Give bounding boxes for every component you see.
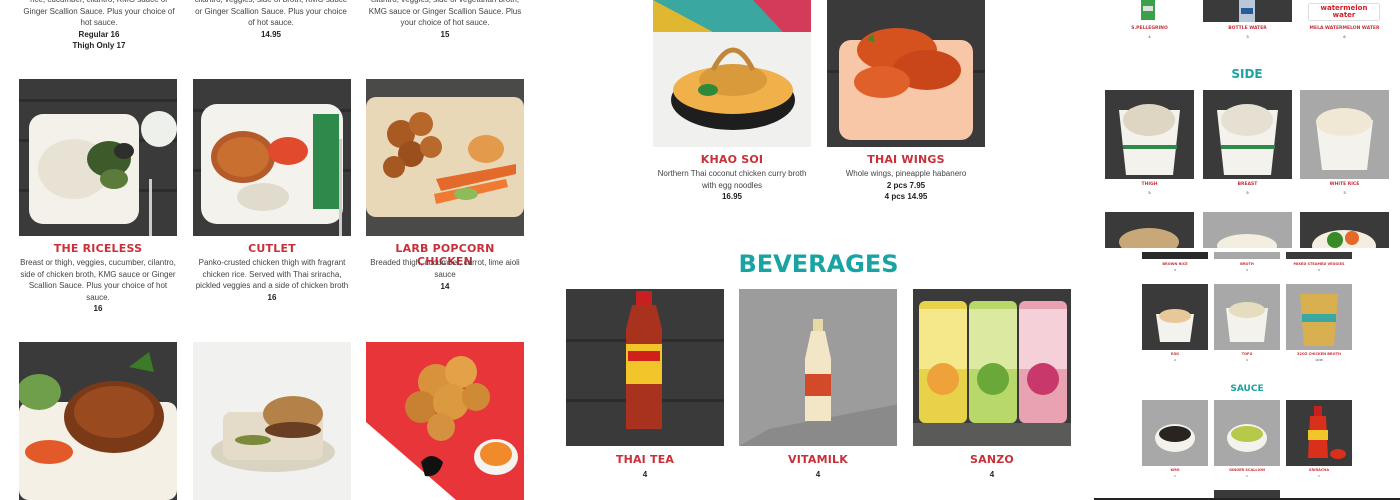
chicken-broth-32oz-price: 10.95 (1315, 358, 1323, 362)
egg-price: 2 (1174, 358, 1176, 362)
ginger-scallion-title[interactable]: GINGER SCALLION (1214, 468, 1280, 472)
white-rice-price: 3 (1343, 190, 1346, 195)
riceless-desc: Breast or thigh, veggies, cucumber, cila… (20, 258, 176, 302)
top-item-1-price-regular: Regular 16 (78, 30, 120, 39)
thai-tea-price: 4 (642, 470, 648, 479)
top-item-3-desc: cilantro, veggies, side of vegetarian br… (368, 0, 522, 27)
sanzo-photo[interactable] (913, 289, 1071, 446)
thai-wings-desc: Whole wings, pineapple habanero (845, 169, 967, 178)
breast-price: 5 (1246, 190, 1249, 195)
mixed-veggies-photo-strip (1286, 252, 1352, 259)
bottle-water-price: 3 (1246, 34, 1249, 39)
mixed-veggies-title[interactable]: MIXED STEAMED VEGGIES (1286, 262, 1352, 266)
watermelon-water-title[interactable]: MELA WATERMELON WATER (1300, 26, 1389, 31)
broth-price: 3 (1246, 268, 1248, 272)
bottle-water-title[interactable]: BOTTLE WATER (1203, 26, 1292, 31)
tofu-title[interactable]: TOFU (1214, 352, 1280, 356)
beverages-heading: BEVERAGES (738, 250, 899, 278)
chicken-broth-32oz-photo[interactable] (1286, 284, 1352, 350)
khao-soi-photo[interactable] (653, 0, 811, 147)
watermelon-water-can-label: watermelon water (1320, 4, 1368, 19)
riceless-price: 16 (93, 304, 103, 313)
vitamilk-photo[interactable] (739, 289, 897, 446)
thai-wings-title[interactable]: THAI WINGS (827, 153, 985, 166)
ginger-scallion-price: 1 (1246, 474, 1248, 478)
broth-photo-strip (1214, 252, 1280, 259)
egg-photo[interactable] (1142, 284, 1208, 350)
pellegrino-price: 4 (1148, 34, 1151, 39)
sandwich-photo[interactable] (193, 342, 351, 500)
white-rice-photo[interactable] (1300, 90, 1389, 179)
thai-wings-price-4pcs: 4 pcs 14.95 (884, 192, 928, 201)
sriracha-price: 1 (1318, 474, 1320, 478)
watermelon-water-price: 6 (1343, 34, 1346, 39)
sriracha-photo[interactable] (1286, 400, 1352, 466)
kmg-sauce-price: 1 (1174, 474, 1176, 478)
thigh-photo[interactable] (1105, 90, 1194, 179)
top-item-2-price: 14.95 (260, 30, 282, 39)
vitamilk-price: 4 (815, 470, 821, 479)
sriracha-title[interactable]: SRIRACHA (1286, 468, 1352, 472)
breast-photo[interactable] (1203, 90, 1292, 179)
larb-price: 14 (440, 282, 450, 291)
larb-popcorn-photo[interactable] (366, 79, 524, 236)
thai-wings-price-2pcs: 2 pcs 7.95 (886, 181, 926, 190)
roast-chicken-photo[interactable] (19, 342, 177, 500)
top-item-2-desc: cilantro, veggies, side of broth, KMG sa… (195, 0, 348, 27)
khao-soi-title[interactable]: KHAO SOI (653, 153, 811, 166)
sanzo-price: 4 (989, 470, 995, 479)
khao-soi-price: 16.95 (721, 192, 743, 201)
riceless-photo[interactable] (19, 79, 177, 236)
brown-rice-photo-strip (1142, 252, 1208, 259)
bottle-water-photo[interactable] (1203, 0, 1292, 22)
sanzo-title[interactable]: SANZO (913, 453, 1071, 466)
sauce-heading: SAUCE (1230, 384, 1264, 394)
riceless-title[interactable]: THE RICELESS (19, 242, 177, 255)
cutlet-price: 16 (267, 293, 277, 302)
fried-chicken-photo[interactable] (366, 342, 524, 500)
breast-title[interactable]: BREAST (1203, 182, 1292, 187)
thai-wings-photo[interactable] (827, 0, 985, 147)
khao-soi-desc: Northern Thai coconut chicken curry brot… (657, 169, 807, 190)
cutlet-desc: Panko-crusted chicken thigh with fragran… (195, 258, 349, 290)
brown-rice-price: 3 (1174, 268, 1176, 272)
mixed-veggies-photo[interactable] (1300, 212, 1389, 248)
thigh-price: 5 (1148, 190, 1151, 195)
white-rice-title[interactable]: WHITE RICE (1300, 182, 1389, 187)
larb-desc: Breaded thigh, cucumber, carrot, lime ai… (370, 258, 520, 279)
mixed-veggies-price: 5 (1318, 268, 1320, 272)
thigh-title[interactable]: THIGH (1105, 182, 1194, 187)
side-heading: SIDE (1231, 67, 1263, 81)
thai-tea-title[interactable]: THAI TEA (566, 453, 724, 466)
chicken-broth-32oz-title[interactable]: 32OZ CHICKEN BROTH (1286, 352, 1352, 356)
top-item-1-desc: rice, cucumber, cilantro, KMG sauce or G… (23, 0, 175, 27)
broth-photo[interactable] (1203, 212, 1292, 248)
egg-title[interactable]: EGG (1142, 352, 1208, 356)
cutlet-title[interactable]: CUTLET (193, 242, 351, 255)
vitamilk-title[interactable]: VITAMILK (739, 453, 897, 466)
tofu-price: 3 (1246, 358, 1248, 362)
top-item-1-price-thigh: Thigh Only 17 (72, 41, 126, 50)
brown-rice-title[interactable]: BROWN RICE (1142, 262, 1208, 266)
pellegrino-photo[interactable] (1105, 0, 1194, 22)
thai-tea-photo[interactable] (566, 289, 724, 446)
kmg-sauce-photo[interactable] (1142, 400, 1208, 466)
kmg-sauce-title[interactable]: KMG (1142, 468, 1208, 472)
cutlet-photo[interactable] (193, 79, 351, 236)
top-item-3-price: 15 (440, 30, 450, 39)
ginger-scallion-photo[interactable] (1214, 400, 1280, 466)
brown-rice-photo[interactable] (1105, 212, 1194, 248)
pellegrino-title[interactable]: S.PELLEGRINO (1105, 26, 1194, 31)
broth-title[interactable]: BROTH (1214, 262, 1280, 266)
watermelon-water-photo[interactable]: watermelon water (1300, 0, 1389, 22)
tofu-photo[interactable] (1214, 284, 1280, 350)
